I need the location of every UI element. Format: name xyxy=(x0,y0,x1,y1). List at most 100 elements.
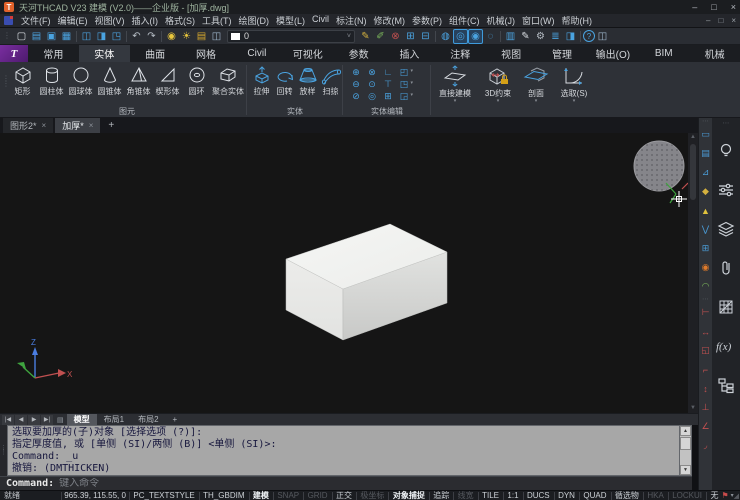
dim-area-icon[interactable]: ◱ xyxy=(699,341,712,360)
dim-aligned-icon[interactable]: ↔ xyxy=(699,322,712,341)
status-snap-toggle[interactable]: SNAP xyxy=(276,491,300,500)
doc-restore-button[interactable]: □ xyxy=(718,16,723,25)
union-icon[interactable]: ⊕ xyxy=(348,66,364,78)
sheet-list-icon[interactable]: ≣ xyxy=(548,29,563,44)
status-scale-toggle[interactable]: 1:1 xyxy=(506,491,519,500)
view-2dwireframe-icon[interactable]: ◍ xyxy=(438,29,453,44)
subtract-icon[interactable]: ⊗ xyxy=(364,66,380,78)
properties-panel-icon[interactable]: ▥ xyxy=(503,29,518,44)
hierarchy-icon[interactable] xyxy=(714,365,738,404)
flag-icon[interactable]: ⚑ xyxy=(721,491,728,500)
save-icon[interactable]: ▣ xyxy=(44,29,59,44)
menu-model[interactable]: 模型(L) xyxy=(276,14,305,27)
tab-civil[interactable]: Civil xyxy=(231,45,282,62)
maximize-button[interactable]: □ xyxy=(711,2,716,12)
hatch-pattern-icon[interactable] xyxy=(714,287,738,326)
interfere-icon[interactable]: ⊙ xyxy=(364,78,380,90)
grid-tool-icon[interactable]: ⊞ xyxy=(699,239,712,258)
extrude-tool[interactable]: 拉伸 xyxy=(250,65,273,97)
tab-model[interactable]: 模型 xyxy=(67,414,97,426)
revolve-tool[interactable]: 回转 xyxy=(273,65,296,97)
sphere-tool[interactable]: 圆球体 xyxy=(66,65,95,97)
status-tile-toggle[interactable]: TILE xyxy=(481,491,500,500)
tab-solid[interactable]: 实体 xyxy=(79,45,130,62)
share-icon[interactable]: ◫ xyxy=(595,29,610,44)
status-cycle-select-toggle[interactable]: 循选物 xyxy=(614,490,640,500)
dim-linear-icon[interactable]: ⊢ xyxy=(699,303,712,322)
sweep-tool[interactable]: 扫掠 xyxy=(319,65,342,97)
image-attach-icon[interactable]: ◨ xyxy=(563,29,578,44)
plot-preview-icon[interactable]: ◫ xyxy=(79,29,94,44)
section-tool[interactable]: 剖面 ▾ xyxy=(520,65,552,104)
display-tool-icon[interactable]: ▭ xyxy=(699,125,712,144)
table-tool-icon[interactable]: ▤ xyxy=(699,144,712,163)
tab-parametric[interactable]: 参数 xyxy=(333,45,384,62)
status-dimstyle[interactable]: TH_GBDIM xyxy=(202,491,245,500)
palette-grip[interactable]: ⋯ xyxy=(723,120,730,127)
menu-mechanical[interactable]: 机械(J) xyxy=(487,14,516,27)
publish-icon[interactable]: ◳ xyxy=(109,29,124,44)
doc-minimize-button[interactable]: – xyxy=(706,16,710,25)
command-panel-grip[interactable]: ⋮⋮ xyxy=(0,425,7,476)
help-icon[interactable]: ? xyxy=(583,30,595,42)
status-polar-toggle[interactable]: 极坐标 xyxy=(359,490,385,500)
new-layout-button[interactable]: + xyxy=(166,414,185,426)
scrollbar-thumb[interactable] xyxy=(680,437,691,450)
menu-modify[interactable]: 修改(M) xyxy=(374,14,406,27)
torus-tool[interactable]: 圆环 xyxy=(182,65,211,97)
thicken-icon[interactable]: ◲▾ xyxy=(396,90,412,102)
tab-annotate[interactable]: 注释 xyxy=(435,45,486,62)
options-gear-icon[interactable]: ⚙ xyxy=(533,29,548,44)
close-icon[interactable]: × xyxy=(42,121,47,130)
menu-components[interactable]: 组件(C) xyxy=(449,14,480,27)
tab-layout2[interactable]: 布局2 xyxy=(131,414,165,426)
menu-draw[interactable]: 绘图(D) xyxy=(239,14,270,27)
doc-close-button[interactable]: × xyxy=(731,16,736,25)
cone-tool[interactable]: 圆锥体 xyxy=(95,65,124,97)
cylinder-tool[interactable]: 圆柱体 xyxy=(37,65,66,97)
menu-insert[interactable]: 插入(I) xyxy=(132,14,159,27)
menu-civil[interactable]: Civil xyxy=(312,14,329,27)
tab-surface[interactable]: 曲面 xyxy=(130,45,181,62)
polyline-tool-icon[interactable]: ⊿ xyxy=(699,163,712,182)
menu-dimension[interactable]: 标注(N) xyxy=(336,14,367,27)
thcad-logo[interactable]: T xyxy=(0,45,28,62)
status-quad-toggle[interactable]: QUAD xyxy=(582,491,607,500)
adjustments-icon[interactable] xyxy=(714,170,738,209)
paperclip-icon[interactable] xyxy=(714,248,738,287)
new-file-icon[interactable]: ▢ xyxy=(14,29,29,44)
lightbulb-icon[interactable] xyxy=(714,131,738,170)
status-lockui-toggle[interactable]: LOCKUI xyxy=(671,491,703,500)
redo-icon[interactable]: ↷ xyxy=(144,29,159,44)
tab-visualize[interactable]: 可视化 xyxy=(282,45,333,62)
tab-mesh[interactable]: 网格 xyxy=(181,45,232,62)
open-folder-icon[interactable]: ▤ xyxy=(29,29,44,44)
tab-insert[interactable]: 插入 xyxy=(384,45,435,62)
menu-tools[interactable]: 工具(T) xyxy=(202,14,232,27)
tab-manage[interactable]: 管理 xyxy=(537,45,588,62)
layout-list-icon[interactable]: ▤ xyxy=(57,416,64,424)
toolbar-grip[interactable]: ⋯ xyxy=(702,118,709,125)
print-icon[interactable]: ◨ xyxy=(94,29,109,44)
tab-bim[interactable]: BIM xyxy=(638,45,689,62)
dim-ordinate-icon[interactable]: ⊥ xyxy=(699,398,712,417)
menu-edit[interactable]: 编辑(E) xyxy=(58,14,88,27)
status-workspace[interactable]: 建模 xyxy=(252,490,270,500)
direct-modeling-tool[interactable]: 直接建模 ▾ xyxy=(434,65,476,104)
select-tool[interactable]: 选取(S) ▾ xyxy=(554,65,594,104)
drawing-canvas[interactable]: Z X xyxy=(0,133,688,413)
scroll-down-icon[interactable]: ▼ xyxy=(690,404,696,413)
layer-properties-icon[interactable]: ▤ xyxy=(194,29,209,44)
arc-tool-icon[interactable]: ◠ xyxy=(699,277,712,296)
polysolid-tool[interactable]: 聚合实体 xyxy=(211,65,245,97)
new-document-tab-button[interactable]: + xyxy=(102,118,120,133)
next-layout-button[interactable]: ▶ xyxy=(28,415,40,425)
status-textstyle[interactable]: PC_TEXTSTYLE xyxy=(132,491,195,500)
scrollbar-thumb[interactable] xyxy=(690,144,696,200)
navigation-sphere[interactable] xyxy=(634,141,684,191)
solid-box-object[interactable] xyxy=(286,224,447,340)
eyedropper-icon[interactable]: ✐ xyxy=(373,29,388,44)
close-button[interactable]: × xyxy=(731,2,736,12)
tab-output[interactable]: 输出(O) xyxy=(587,45,638,62)
plot-icon[interactable]: ◫ xyxy=(209,29,224,44)
